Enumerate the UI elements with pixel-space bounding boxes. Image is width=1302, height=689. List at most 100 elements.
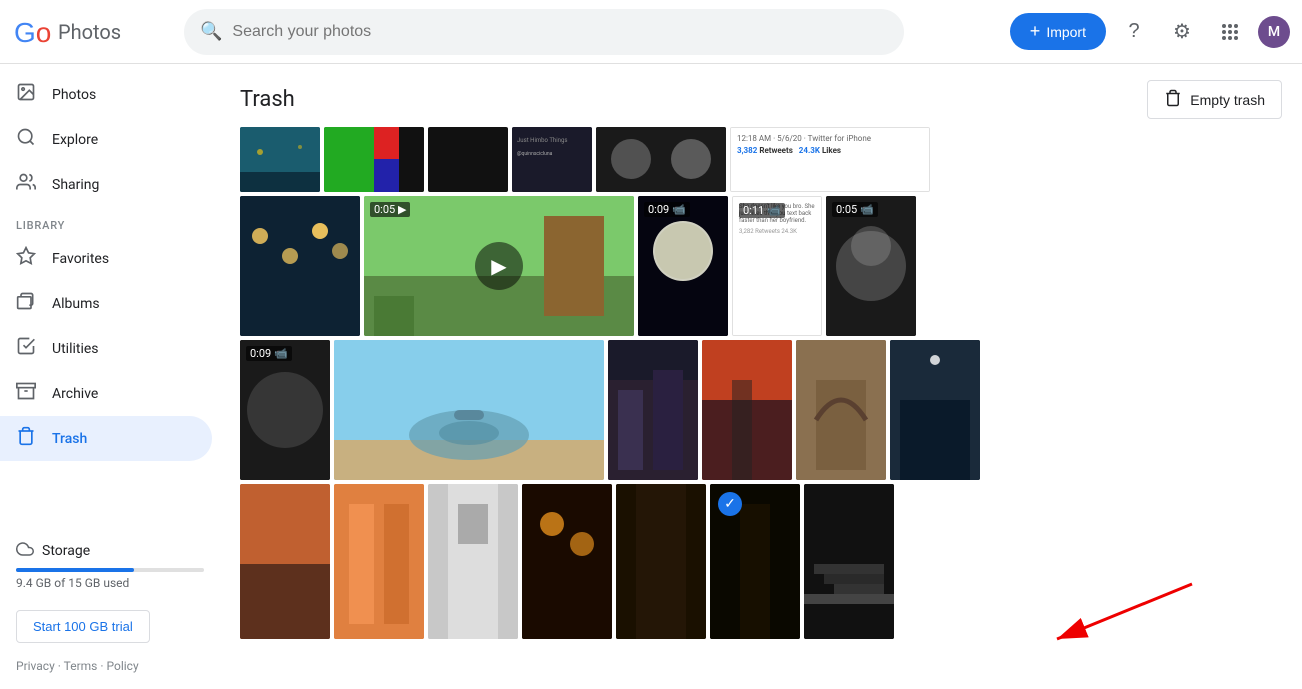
header-actions: + Import ? ⚙ M: [1010, 12, 1290, 52]
albums-icon: [16, 291, 36, 316]
search-icon: 🔍: [200, 21, 222, 42]
video-play-overlay: ▶: [364, 196, 634, 336]
archive-icon: [16, 381, 36, 406]
help-button[interactable]: ?: [1114, 12, 1154, 52]
sidebar-label-trash: Trash: [52, 431, 87, 447]
empty-trash-button[interactable]: Empty trash: [1147, 80, 1282, 119]
sidebar-item-archive[interactable]: Archive: [0, 371, 212, 416]
photo-cell[interactable]: [240, 127, 320, 192]
policy-link[interactable]: Policy: [106, 659, 138, 673]
sidebar-item-trash[interactable]: Trash: [0, 416, 212, 461]
logo: Google Photos: [12, 12, 172, 52]
apps-grid-icon: [1222, 24, 1238, 40]
library-section-label: LIBRARY: [0, 207, 220, 236]
trash-icon: [16, 426, 36, 451]
photo-cell[interactable]: [596, 127, 726, 192]
sidebar-label-explore: Explore: [52, 132, 98, 148]
content-header: Trash Empty trash: [220, 64, 1302, 127]
photo-cell[interactable]: [890, 340, 980, 480]
video-duration-badge: 0:09 📹: [246, 346, 292, 361]
sidebar-label-favorites: Favorites: [52, 251, 109, 267]
logo-text: Photos: [58, 20, 121, 44]
photo-cell[interactable]: [522, 484, 612, 639]
google-logo-icon: Google: [12, 12, 52, 52]
search-bar[interactable]: 🔍: [184, 9, 904, 55]
svg-text:Just Himbo Things: Just Himbo Things: [517, 137, 567, 144]
photo-cell[interactable]: [608, 340, 698, 480]
photo-cell[interactable]: [702, 340, 792, 480]
svg-text:@quinnscicluna: @quinnscicluna: [517, 151, 553, 157]
tweet-content: 12:18 AM · 5/6/20 · Twitter for iPhone 3…: [731, 128, 929, 191]
sharing-icon: [16, 172, 36, 197]
empty-trash-icon: [1164, 89, 1182, 110]
settings-button[interactable]: ⚙: [1162, 12, 1202, 52]
utilities-icon: [16, 336, 36, 361]
selected-checkmark: ✓: [718, 492, 742, 516]
main: Photos Explore Sharing LIBRARY Favorites: [0, 64, 1302, 689]
sidebar-label-sharing: Sharing: [52, 177, 99, 193]
sidebar-item-utilities[interactable]: Utilities: [0, 326, 212, 371]
sidebar: Photos Explore Sharing LIBRARY Favorites: [0, 64, 220, 689]
photo-cell[interactable]: 0:09 📹: [638, 196, 728, 336]
empty-trash-label: Empty trash: [1190, 92, 1265, 108]
sidebar-item-photos[interactable]: Photos: [0, 72, 212, 117]
photo-cell[interactable]: [334, 340, 604, 480]
header: Google Photos 🔍 + Import ? ⚙ M: [0, 0, 1302, 64]
terms-link[interactable]: Terms: [64, 659, 98, 673]
photo-cell[interactable]: [240, 484, 330, 639]
svg-text:Google: Google: [14, 17, 52, 48]
photo-cell[interactable]: 12:18 AM · 5/6/20 · Twitter for iPhone 3…: [730, 127, 930, 192]
photo-cell[interactable]: [616, 484, 706, 639]
photo-cell[interactable]: [796, 340, 886, 480]
photo-cell[interactable]: [240, 196, 360, 336]
import-button[interactable]: + Import: [1010, 13, 1106, 50]
storage-label: Storage: [42, 543, 90, 559]
privacy-link[interactable]: Privacy: [16, 659, 55, 673]
search-input[interactable]: [232, 23, 888, 41]
import-plus-icon: +: [1030, 21, 1041, 42]
photo-cell[interactable]: [324, 127, 424, 192]
sidebar-label-photos: Photos: [52, 87, 96, 103]
photo-row-3: 0:09 📹: [240, 340, 1282, 480]
photo-cell[interactable]: [428, 127, 508, 192]
photo-row-1: Just Himbo Things @quinnscicluna 12:18 AM…: [240, 127, 1282, 192]
avatar[interactable]: M: [1258, 16, 1290, 48]
gear-icon: ⚙: [1173, 19, 1191, 44]
storage-cloud-icon: [16, 540, 34, 562]
video-duration-badge: 0:09 📹: [644, 202, 690, 217]
sidebar-item-albums[interactable]: Albums: [0, 281, 212, 326]
photo-cell[interactable]: [804, 484, 894, 639]
photo-cell[interactable]: 0:05 📹: [826, 196, 916, 336]
photo-cell[interactable]: Just Himbo Things @quinnscicluna: [512, 127, 592, 192]
video-duration-badge: 0:11 📹: [739, 203, 785, 218]
photo-row-2: 0:05 ▶ ▶ 0:09 📹 She doesn't like you bro…: [240, 196, 1282, 336]
start-trial-button[interactable]: Start 100 GB trial: [16, 610, 150, 643]
photo-row-4: ✓: [240, 484, 1282, 639]
import-label: Import: [1046, 24, 1086, 40]
storage-bar-fill: [16, 568, 134, 572]
sidebar-item-favorites[interactable]: Favorites: [0, 236, 212, 281]
photo-cell[interactable]: [428, 484, 518, 639]
tweet-header: 12:18 AM · 5/6/20 · Twitter for iPhone: [737, 134, 923, 143]
sidebar-item-sharing[interactable]: Sharing: [0, 162, 212, 207]
tweet-stats: 3,382 Retweets 24.3K Likes: [737, 146, 923, 155]
explore-icon: [16, 127, 36, 152]
apps-button[interactable]: [1210, 12, 1250, 52]
photo-cell[interactable]: [334, 484, 424, 639]
video-duration-badge: 0:05 📹: [832, 202, 878, 217]
page-title: Trash: [240, 87, 295, 112]
storage-bar-bg: [16, 568, 204, 572]
favorites-icon: [16, 246, 36, 271]
storage-used-text: 9.4 GB of 15 GB used: [16, 576, 204, 590]
photo-grid: Just Himbo Things @quinnscicluna 12:18 AM…: [220, 127, 1302, 663]
photo-cell[interactable]: ✓: [710, 484, 800, 639]
help-icon: ?: [1128, 20, 1139, 43]
photos-icon: [16, 82, 36, 107]
content-area: Trash Empty trash: [220, 64, 1302, 689]
photo-cell[interactable]: 0:05 ▶ ▶: [364, 196, 634, 336]
sidebar-item-explore[interactable]: Explore: [0, 117, 212, 162]
play-icon: ▶: [475, 242, 523, 290]
photo-cell[interactable]: She doesn't like you bro. She just likes…: [732, 196, 822, 336]
sidebar-label-archive: Archive: [52, 386, 98, 402]
photo-cell[interactable]: 0:09 📹: [240, 340, 330, 480]
